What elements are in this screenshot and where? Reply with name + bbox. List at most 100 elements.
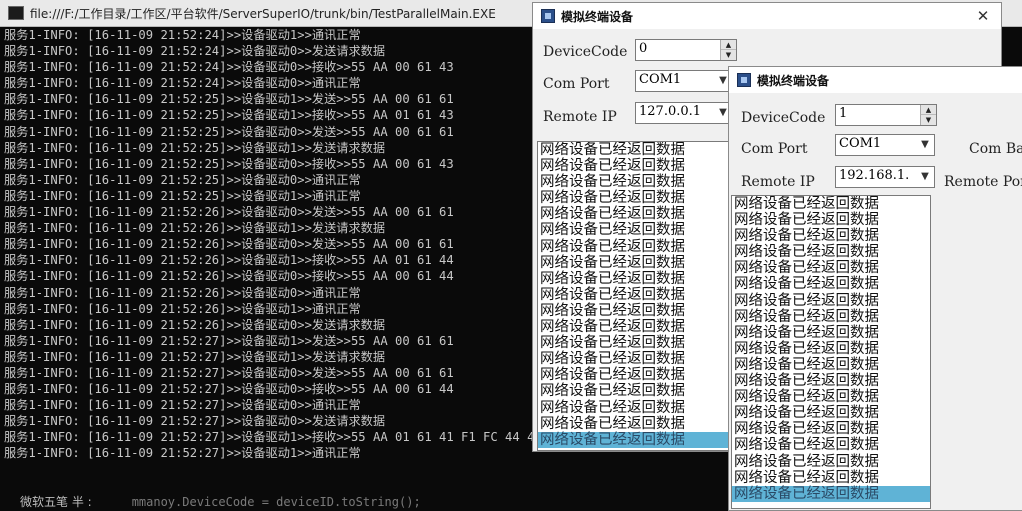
log-line: 服务1-INFO: [16-11-09 21:52:24]>>设备驱动0>>发送… — [4, 44, 386, 59]
list-item[interactable]: 网络设备已经返回数据 — [538, 383, 732, 399]
log-line: 服务1-INFO: [16-11-09 21:52:27]>>设备驱动1>>接收… — [4, 430, 564, 445]
spin-up-icon[interactable]: ▲ — [721, 40, 736, 50]
list-item[interactable]: 网络设备已经返回数据 — [732, 421, 930, 437]
list-item[interactable]: 网络设备已经返回数据 — [732, 389, 930, 405]
list-item[interactable]: 网络设备已经返回数据 — [538, 255, 732, 271]
com-port-value: COM1 — [639, 72, 682, 87]
list-item[interactable]: 网络设备已经返回数据 — [732, 437, 930, 453]
list-item[interactable]: 网络设备已经返回数据 — [732, 357, 930, 373]
log-line: 服务1-INFO: [16-11-09 21:52:27]>>设备驱动0>>接收… — [4, 382, 454, 397]
list-item[interactable]: 网络设备已经返回数据 — [538, 271, 732, 287]
list-item[interactable]: 网络设备已经返回数据 — [538, 303, 732, 319]
remote-ip-select[interactable]: 127.0.0.1 ▼ — [635, 102, 733, 124]
device-code-value: 0 — [639, 41, 648, 56]
list-item[interactable]: 网络设备已经返回数据 — [538, 190, 732, 206]
remote-ip-label: Remote IP — [741, 174, 815, 190]
spin-up-icon[interactable]: ▲ — [921, 105, 936, 115]
log-line: 服务1-INFO: [16-11-09 21:52:25]>>设备驱动0>>通讯… — [4, 172, 361, 187]
list-item[interactable]: 网络设备已经返回数据 — [732, 196, 930, 212]
received-log-list[interactable]: 网络设备已经返回数据 网络设备已经返回数据 网络设备已经返回数据 网络设备已经返回数据… — [731, 195, 931, 509]
log-line: 服务1-INFO: [16-11-09 21:52:27]>>设备驱动1>>发送… — [4, 333, 454, 348]
received-log-list[interactable]: 网络设备已经返回数据 网络设备已经返回数据 网络设备已经返回数据 网络设备已经返回数据… — [537, 141, 733, 451]
log-line: 服务1-INFO: [16-11-09 21:52:24]>>设备驱动0>>接收… — [4, 60, 454, 75]
list-item[interactable]: 网络设备已经返回数据 — [538, 351, 732, 367]
list-item[interactable]: 网络设备已经返回数据 — [538, 319, 732, 335]
list-item[interactable]: 网络设备已经返回数据 — [732, 309, 930, 325]
dialog-titlebar[interactable]: 模拟终端设备 — [729, 67, 1022, 93]
console-app-icon — [8, 6, 24, 20]
chevron-down-icon[interactable]: ▼ — [917, 168, 933, 186]
log-line: 服务1-INFO: [16-11-09 21:52:25]>>设备驱动1>>通讯… — [4, 188, 361, 203]
log-line: 服务1-INFO: [16-11-09 21:52:24]>>设备驱动1>>通讯… — [4, 28, 361, 42]
list-item[interactable]: 网络设备已经返回数据 — [732, 276, 930, 292]
log-line: 服务1-INFO: [16-11-09 21:52:26]>>设备驱动0>>发送… — [4, 205, 454, 220]
list-item[interactable]: 网络设备已经返回数据 — [732, 228, 930, 244]
list-item[interactable]: 网络设备已经返回数据 — [538, 335, 732, 351]
log-line: 服务1-INFO: [16-11-09 21:52:25]>>设备驱动1>>发送… — [4, 140, 386, 155]
list-item[interactable]: 网络设备已经返回数据 — [732, 341, 930, 357]
ime-status-bar: 微软五笔 半 : mmanoy.DeviceCode = deviceID.to… — [20, 492, 720, 511]
dialog-titlebar[interactable]: 模拟终端设备 ✕ — [533, 3, 1001, 29]
remote-ip-value: 127.0.0.1 — [639, 104, 702, 119]
log-line: 服务1-INFO: [16-11-09 21:52:26]>>设备驱动0>>通讯… — [4, 285, 361, 300]
list-item[interactable]: 网络设备已经返回数据 — [732, 485, 930, 502]
console-output[interactable]: 服务1-INFO: [16-11-09 21:52:24]>>设备驱动1>>通讯… — [4, 27, 564, 492]
device-code-value: 1 — [839, 106, 848, 121]
window-icon — [737, 73, 751, 87]
background-code-text: mmanoy.DeviceCode = deviceID.toString(); — [131, 494, 421, 509]
close-icon[interactable]: ✕ — [973, 6, 993, 26]
log-line: 服务1-INFO: [16-11-09 21:52:26]>>设备驱动0>>接收… — [4, 269, 454, 284]
log-line: 服务1-INFO: [16-11-09 21:52:26]>>设备驱动0>>发送… — [4, 237, 454, 252]
list-item[interactable]: 网络设备已经返回数据 — [732, 260, 930, 276]
list-item[interactable]: 网络设备已经返回数据 — [538, 142, 732, 158]
com-port-label: Com Port — [543, 76, 610, 92]
log-line: 服务1-INFO: [16-11-09 21:52:27]>>设备驱动1>>发送… — [4, 349, 386, 364]
device-code-label: DeviceCode — [741, 110, 826, 126]
log-line: 服务1-INFO: [16-11-09 21:52:27]>>设备驱动1>>通讯… — [4, 446, 361, 461]
remote-ip-select[interactable]: 192.168.1. ▼ — [835, 166, 935, 188]
list-item[interactable]: 网络设备已经返回数据 — [732, 373, 930, 389]
spin-down-icon[interactable]: ▼ — [721, 50, 736, 60]
window-icon — [541, 9, 555, 23]
spin-down-icon[interactable]: ▼ — [921, 115, 936, 125]
log-line: 服务1-INFO: [16-11-09 21:52:26]>>设备驱动1>>通讯… — [4, 301, 361, 316]
list-item[interactable]: 网络设备已经返回数据 — [538, 416, 732, 432]
log-line: 服务1-INFO: [16-11-09 21:52:27]>>设备驱动0>>通讯… — [4, 398, 361, 413]
chevron-down-icon[interactable]: ▼ — [917, 136, 933, 154]
device-code-stepper[interactable]: 0 ▲ ▼ — [635, 39, 737, 61]
log-line: 服务1-INFO: [16-11-09 21:52:26]>>设备驱动1>>发送… — [4, 221, 386, 236]
list-item[interactable]: 网络设备已经返回数据 — [538, 222, 732, 238]
list-item[interactable]: 网络设备已经返回数据 — [732, 470, 930, 486]
com-baud-label: Com Bau — [969, 141, 1022, 157]
list-item[interactable]: 网络设备已经返回数据 — [538, 206, 732, 222]
list-item[interactable]: 网络设备已经返回数据 — [538, 287, 732, 303]
com-port-value: COM1 — [839, 136, 882, 151]
list-item[interactable]: 网络设备已经返回数据 — [538, 400, 732, 416]
list-item[interactable]: 网络设备已经返回数据 — [732, 212, 930, 228]
device-code-stepper[interactable]: 1 ▲ ▼ — [835, 104, 937, 126]
list-item[interactable]: 网络设备已经返回数据 — [732, 244, 930, 260]
remote-ip-value: 192.168.1. — [839, 168, 910, 183]
list-item[interactable]: 网络设备已经返回数据 — [538, 367, 732, 383]
com-port-select[interactable]: COM1 ▼ — [835, 134, 935, 156]
list-item[interactable]: 网络设备已经返回数据 — [538, 158, 732, 174]
log-line: 服务1-INFO: [16-11-09 21:52:27]>>设备驱动0>>发送… — [4, 365, 454, 380]
dialog-title: 模拟终端设备 — [561, 9, 634, 24]
list-item[interactable]: 网络设备已经返回数据 — [538, 239, 732, 255]
ime-label: 微软五笔 半 : — [20, 495, 92, 509]
log-line: 服务1-INFO: [16-11-09 21:52:24]>>设备驱动0>>通讯… — [4, 76, 361, 91]
list-item[interactable]: 网络设备已经返回数据 — [732, 454, 930, 470]
spin-buttons: ▲ ▼ — [720, 40, 736, 60]
log-line: 服务1-INFO: [16-11-09 21:52:25]>>设备驱动0>>接收… — [4, 156, 454, 171]
list-item[interactable]: 网络设备已经返回数据 — [732, 293, 930, 309]
list-item[interactable]: 网络设备已经返回数据 — [538, 431, 732, 448]
list-item[interactable]: 网络设备已经返回数据 — [732, 405, 930, 421]
dialog-title: 模拟终端设备 — [757, 73, 830, 88]
log-line: 服务1-INFO: [16-11-09 21:52:25]>>设备驱动1>>接收… — [4, 108, 454, 123]
console-title: file:///F:/工作目录/工作区/平台软件/ServerSuperIO/t… — [30, 6, 496, 21]
list-item[interactable]: 网络设备已经返回数据 — [732, 325, 930, 341]
list-item[interactable]: 网络设备已经返回数据 — [538, 174, 732, 190]
com-port-label: Com Port — [741, 141, 808, 157]
device-code-label: DeviceCode — [543, 44, 628, 60]
com-port-select[interactable]: COM1 ▼ — [635, 70, 733, 92]
